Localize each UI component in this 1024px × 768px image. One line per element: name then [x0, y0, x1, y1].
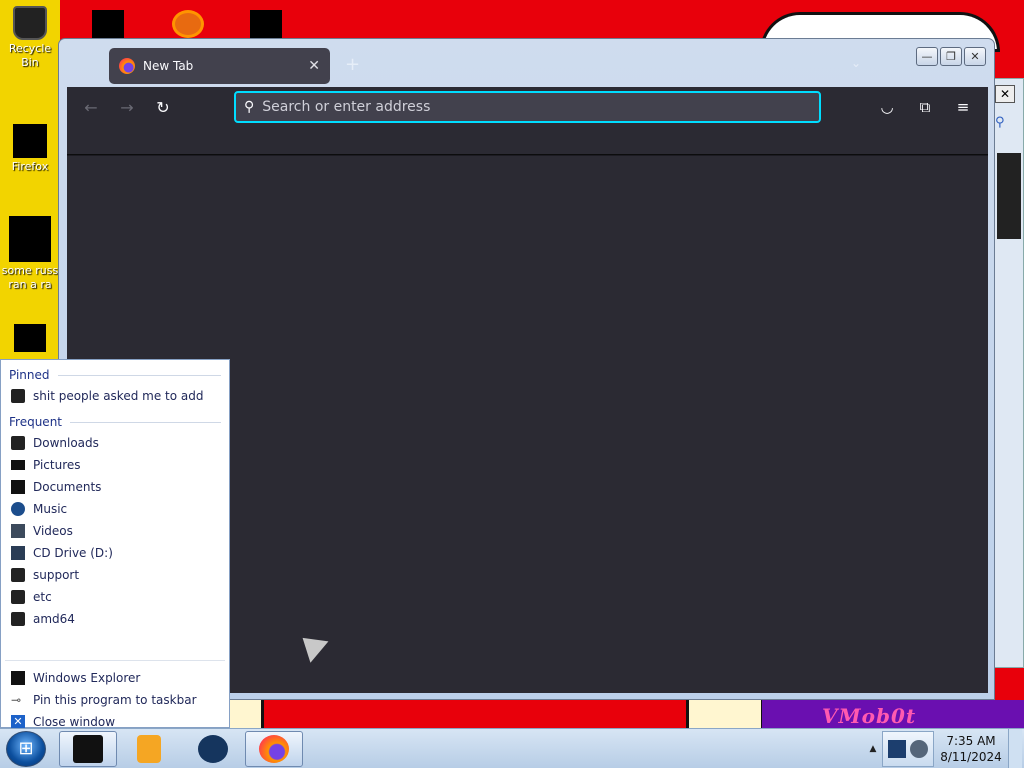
close-button[interactable]: ✕	[964, 47, 986, 66]
network-icon[interactable]	[888, 740, 906, 758]
desktop-icon-label: Firefox	[11, 160, 49, 173]
reload-icon[interactable]: ↻	[145, 98, 181, 117]
pinned-header: Pinned	[9, 365, 221, 385]
folder-icon	[11, 590, 25, 604]
videos-icon	[11, 524, 25, 538]
jump-list-item-etc[interactable]: etc	[1, 586, 229, 608]
desktop-file[interactable]: some russ ran a ra	[0, 216, 60, 292]
volume-icon[interactable]	[910, 740, 928, 758]
jump-list: Pinned shit people asked me to add Frequ…	[0, 359, 230, 729]
globe-icon	[198, 735, 228, 763]
jump-list-item[interactable]: shit people asked me to add	[1, 385, 229, 407]
desktop-firefox-icon[interactable]	[172, 10, 204, 38]
minimize-button[interactable]: —	[916, 47, 938, 66]
tab-new-tab[interactable]: New Tab ✕	[109, 48, 330, 84]
address-bar[interactable]: ⚲	[234, 91, 821, 123]
desktop-icon[interactable]	[92, 10, 124, 38]
jump-list-item-videos[interactable]: Videos	[1, 520, 229, 542]
taskbar-explorer[interactable]	[59, 731, 117, 767]
close-icon[interactable]: ✕	[995, 85, 1015, 103]
show-hidden-icons-icon[interactable]: ▲	[864, 744, 882, 754]
wallpaper-shape	[230, 700, 264, 728]
close-window-icon: ✕	[11, 715, 25, 729]
jump-list-item-support[interactable]: support	[1, 564, 229, 586]
jump-list-item-music[interactable]: Music	[1, 498, 229, 520]
file-icon	[9, 216, 51, 262]
window-controls: — ❐ ✕	[916, 47, 986, 66]
clock[interactable]: 7:35 AM 8/11/2024	[934, 733, 1008, 765]
divider	[5, 660, 225, 661]
desktop-firefox[interactable]: Firefox	[0, 124, 60, 174]
taskbar: ⊞ ▲ 7:35 AM 8/11/2024	[0, 728, 1024, 768]
desktop-icon[interactable]	[250, 10, 282, 38]
address-input[interactable]	[262, 99, 819, 115]
firefox-icon	[13, 124, 47, 158]
clock-time: 7:35 AM	[946, 734, 996, 748]
new-tab-button[interactable]: +	[345, 54, 360, 75]
stack-icon	[14, 324, 46, 352]
menu-icon[interactable]: ≡	[946, 98, 980, 116]
wallpaper-shape	[686, 700, 764, 728]
jump-list-item-downloads[interactable]: Downloads	[1, 432, 229, 454]
pin-to-taskbar-item[interactable]: ⊸ Pin this program to taskbar	[1, 689, 229, 711]
documents-icon	[11, 480, 25, 494]
wallpaper-text: VMob0t	[822, 704, 917, 728]
tab-title: New Tab	[143, 59, 194, 73]
firefox-icon	[119, 58, 135, 74]
folder-icon	[11, 568, 25, 582]
downloads-icon	[11, 436, 25, 450]
jump-list-item-amd64[interactable]: amd64	[1, 608, 229, 630]
jump-list-item-cd-drive[interactable]: CD Drive (D:)	[1, 542, 229, 564]
folder-icon	[11, 612, 25, 626]
maximize-button[interactable]: ❐	[940, 47, 962, 66]
search-icon: ⚲	[244, 99, 255, 115]
cd-drive-icon	[11, 546, 25, 560]
forward-arrow-icon[interactable]: →	[109, 98, 145, 117]
search-icon[interactable]: ⚲	[995, 115, 1005, 130]
media-player-icon	[137, 735, 161, 763]
taskbar-media-player[interactable]	[120, 731, 178, 767]
taskbar-app[interactable]	[184, 731, 242, 767]
folder-icon	[11, 389, 25, 403]
show-desktop-button[interactable]	[1008, 729, 1022, 768]
jump-list-item-documents[interactable]: Documents	[1, 476, 229, 498]
start-button[interactable]: ⊞	[6, 731, 46, 767]
desktop-icon[interactable]	[0, 324, 60, 354]
taskbar-firefox[interactable]	[245, 731, 303, 767]
firefox-icon	[259, 735, 289, 763]
pocket-icon[interactable]: ◡	[870, 98, 904, 116]
desktop-recycle-bin[interactable]: Recycle Bin	[0, 6, 60, 70]
explorer-icon	[73, 735, 103, 763]
jump-list-item-pictures[interactable]: Pictures	[1, 454, 229, 476]
music-icon	[11, 502, 25, 516]
list-tabs-chevron-icon[interactable]: ⌄	[851, 56, 861, 70]
desktop-icon-label: Recycle Bin	[8, 42, 52, 69]
recycle-bin-icon	[13, 6, 47, 40]
toolbar-right: ◡ ⧉ ≡	[870, 87, 980, 127]
close-tab-icon[interactable]: ✕	[308, 58, 320, 74]
windows-explorer-item[interactable]: Windows Explorer	[1, 667, 229, 689]
pictures-icon	[11, 460, 25, 470]
jump-list-actions: Windows Explorer ⊸ Pin this program to t…	[1, 652, 229, 733]
bookmarks-bar	[67, 127, 988, 155]
nav-toolbar: ← → ↻ ⚲ ◡ ⧉ ≡	[67, 87, 988, 127]
back-arrow-icon[interactable]: ←	[73, 98, 109, 117]
extensions-icon[interactable]: ⧉	[908, 98, 942, 116]
window-content	[997, 153, 1021, 239]
system-tray: ▲ 7:35 AM 8/11/2024	[864, 729, 1024, 768]
frequent-header: Frequent	[9, 412, 221, 432]
clock-date: 8/11/2024	[940, 750, 1002, 764]
mouse-cursor-icon	[293, 627, 329, 663]
tray-icons	[882, 731, 934, 767]
desktop-icon-label: some russ ran a ra	[1, 264, 59, 291]
pin-icon: ⊸	[11, 693, 22, 707]
explorer-icon	[11, 671, 25, 685]
